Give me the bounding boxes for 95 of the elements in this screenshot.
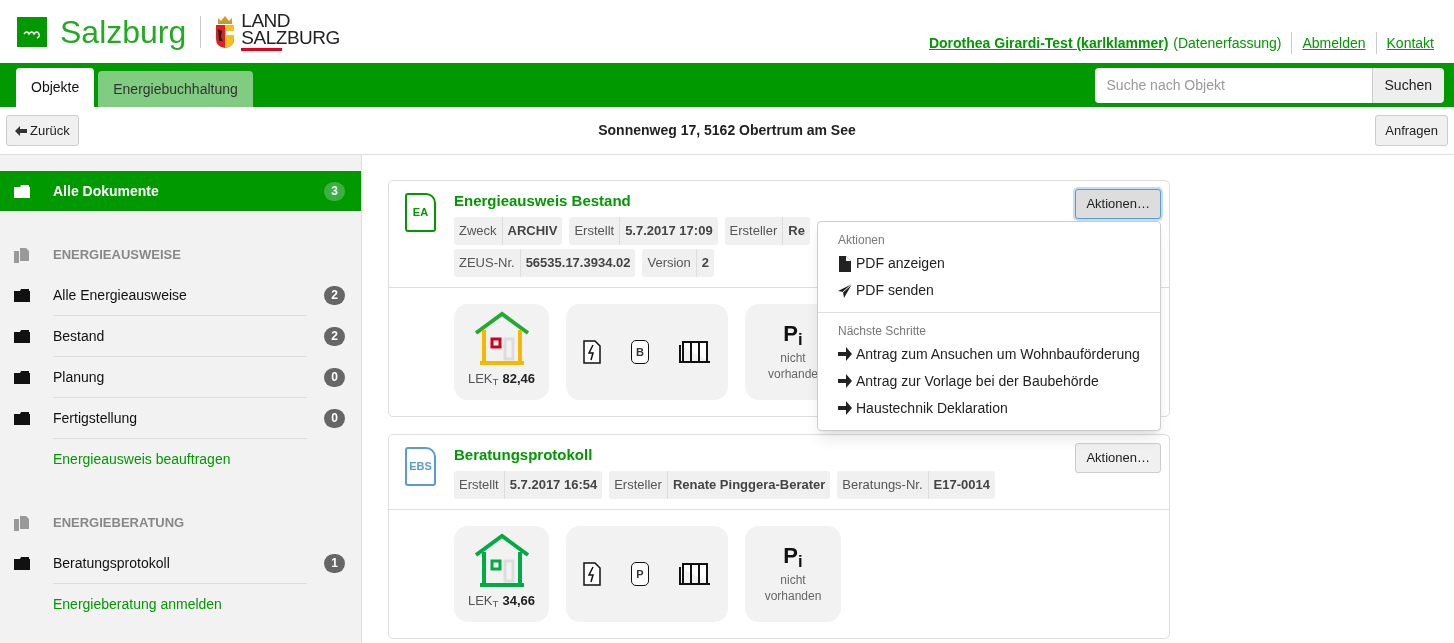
sidebar-item[interactable]: Bestand 2: [0, 316, 361, 356]
zeus-logo-icon: [17, 16, 47, 47]
search-button[interactable]: Suchen: [1371, 67, 1444, 103]
meta-key: Ersteller: [609, 471, 668, 499]
sidebar-item[interactable]: Fertigstellung 0: [0, 398, 361, 438]
actions-button[interactable]: Aktionen…: [1075, 189, 1161, 219]
menu-item[interactable]: Antrag zum Ansuchen um Wohnbauförderung: [818, 341, 1160, 368]
menu-heading: Aktionen: [837, 232, 886, 249]
radiator-icon: [679, 562, 711, 586]
meta-value: Re: [787, 222, 806, 241]
meta-value: 5.7.2017 16:54: [508, 476, 599, 495]
lek-label: LEK$_{T}$: [467, 592, 499, 611]
meta-value: E17-0014: [932, 476, 991, 495]
sidebar-item[interactable]: Alle Energieausweise 2: [0, 275, 361, 315]
sidebar-item-label: Beratungsprotokoll: [53, 553, 170, 573]
request-button[interactable]: Anfragen: [1375, 115, 1448, 146]
arrow-right-icon: [838, 373, 852, 390]
section-heading: ENERGIEAUSWEISE: [53, 246, 181, 265]
count-badge: 2: [324, 326, 345, 346]
count-badge: 0: [324, 367, 345, 387]
section-heading: ENERGIEBERATUNG: [53, 514, 185, 533]
pi-symbol: P$_{i}$: [783, 322, 803, 346]
meta-value: Renate Pinggera-Berater: [671, 476, 827, 495]
back-button[interactable]: Zurück: [6, 115, 79, 146]
lek-value: 82,46: [502, 370, 536, 388]
menu-heading: Nächste Schritte: [837, 323, 928, 340]
folder-icon: [14, 329, 30, 343]
brand-name: Salzburg: [60, 15, 187, 48]
nav-tab[interactable]: Objekte: [16, 68, 95, 107]
user-link[interactable]: Dorothea Girardi-Test (karlklammer): [928, 32, 1169, 54]
folder-icon: [14, 556, 30, 570]
storage-tank: P: [631, 562, 649, 586]
arrow-left-icon: [15, 125, 27, 136]
sidebar-item[interactable]: Planung 0: [0, 357, 361, 397]
file-icon: [838, 255, 852, 272]
arrow-right-icon: [838, 400, 852, 417]
pi-symbol: P$_{i}$: [783, 544, 803, 568]
nav-tab[interactable]: Energiebuchhaltung: [98, 71, 253, 107]
document-type-badge: EBS: [405, 447, 436, 486]
folder-icon: [14, 184, 30, 198]
pi-status: nicht vorhanden: [763, 572, 823, 604]
object-address: Sonnenweg 17, 5162 Obertrum am See: [598, 121, 856, 140]
count-badge: 0: [324, 408, 345, 428]
partner-logo-text: LAND: [241, 12, 292, 29]
count-badge: 3: [324, 181, 345, 201]
radiator-icon: [679, 340, 711, 364]
menu-item[interactable]: PDF senden: [818, 277, 1160, 304]
folder-icon: [14, 370, 30, 384]
house-icon: [474, 311, 529, 365]
paper-plane-icon: [838, 282, 852, 299]
sidebar-item-label: Fertigstellung: [53, 408, 138, 428]
document-title[interactable]: Energieausweis Bestand: [454, 189, 631, 213]
meta-key: Ersteller: [724, 217, 784, 245]
pi-status: nicht vorhande: [766, 350, 819, 382]
partner-logo-text: SALZBURG: [241, 29, 340, 46]
meta-value: ARCHIV: [506, 222, 559, 241]
menu-item[interactable]: Antrag zur Vorlage bei der Baubehörde: [818, 368, 1160, 395]
sidebar-item-label: Planung: [53, 367, 105, 387]
header-link[interactable]: Abmelden: [1302, 32, 1366, 54]
sidebar-item-label: Alle Dokumente: [53, 181, 159, 201]
folder-icon: [14, 288, 30, 302]
lek-value: 34,66: [502, 592, 536, 610]
menu-item[interactable]: Haustechnik Deklaration: [818, 395, 1160, 422]
count-badge: 1: [324, 553, 345, 573]
meta-value: 2: [700, 254, 711, 273]
meter-icon: [583, 562, 601, 586]
search-field[interactable]: Suche nach Objekt: [1094, 67, 1372, 103]
sidebar-item[interactable]: Beratungsprotokoll 1: [0, 543, 361, 583]
sidebar-item-label: Alle Energieausweise: [53, 285, 187, 305]
sidebar-item[interactable]: Alle Dokumente 3: [0, 171, 361, 211]
meta-key: Zweck: [454, 217, 503, 245]
folder-icon: [14, 411, 30, 425]
meta-key: ZEUS-Nr.: [454, 249, 521, 277]
header-link[interactable]: Kontakt: [1386, 32, 1434, 54]
meter-icon: [583, 340, 601, 364]
user-role: (Datenerfassung): [1173, 33, 1282, 53]
menu-item[interactable]: PDF anzeigen: [818, 250, 1160, 277]
meta-key: Version: [642, 249, 697, 277]
document-title[interactable]: Beratungsprotokoll: [454, 443, 593, 467]
document-type-badge: EA: [405, 193, 436, 232]
arrow-right-icon: [838, 346, 852, 363]
sidebar-item-label: Bestand: [53, 326, 105, 346]
meta-value: 5.7.2017 17:09: [624, 222, 714, 241]
actions-button[interactable]: Aktionen…: [1075, 443, 1161, 473]
meta-key: Erstellt: [454, 471, 505, 499]
count-badge: 2: [324, 285, 345, 305]
meta-key: Erstellt: [569, 217, 621, 245]
documents-icon: [14, 247, 29, 263]
coat-of-arms-icon: [215, 14, 236, 49]
house-icon: [474, 533, 529, 587]
meta-value: 56535.17.3934.02: [524, 254, 632, 273]
lek-label: LEK$_{T}$: [467, 370, 499, 389]
documents-icon: [14, 515, 29, 531]
meta-key: Beratungs-Nr.: [837, 471, 929, 499]
storage-tank: B: [631, 340, 649, 364]
